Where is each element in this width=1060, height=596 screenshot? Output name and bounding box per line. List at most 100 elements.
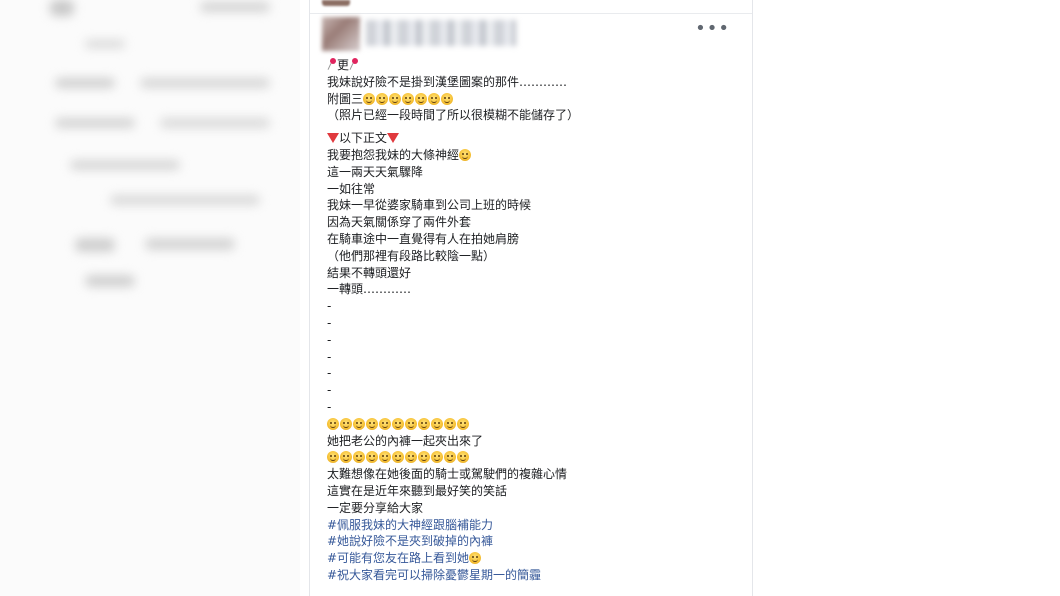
grinning-face-emoji-icon (469, 552, 482, 565)
line-text: - (327, 366, 332, 381)
grinning-face-emoji-icon (389, 92, 402, 105)
line-text: 因為天氣關係穿了兩件外套 (327, 215, 472, 230)
grinning-face-emoji-icon (405, 417, 417, 430)
post-line: 我妹說好險不是掛到漢堡圖案的那件………… (327, 74, 747, 91)
line-text: 我要抱怨我妹的大條神經 (327, 147, 460, 162)
post-line: 太難想像在她後面的騎士或駕駛們的複雜心情 (327, 466, 747, 483)
line-text: #佩服我妹的大神經跟腦補能力 (327, 517, 494, 532)
grinning-face-emoji-icon (366, 417, 378, 430)
line-text: #可能有您友在路上看到她 (327, 551, 470, 566)
post-line: （照片已經一段時間了所以很模糊不能儲存了） (327, 107, 747, 124)
post-line: 我妹一早從婆家騎車到公司上班的時候 (327, 197, 747, 214)
grinning-face-emoji-icon (392, 417, 404, 430)
grinning-face-emoji-icon (444, 417, 456, 430)
line-text: 太難想像在她後面的騎士或駕駛們的複雜心情 (327, 467, 568, 482)
line-text: 我妹說好險不是掛到漢堡圖案的那件………… (327, 74, 568, 89)
red-triangle-icon (327, 133, 339, 144)
grinning-face-emoji-icon (353, 451, 365, 464)
post-line: - (327, 399, 747, 416)
post-line: - (327, 315, 747, 332)
post-line: - (327, 332, 747, 349)
grinning-face-emoji-icon (379, 417, 391, 430)
pushpin-icon (327, 58, 337, 70)
grinning-face-emoji-icon (340, 451, 352, 464)
grinning-face-emoji-icon (418, 417, 430, 430)
hashtag-link[interactable]: #可能有您友在路上看到她 (327, 550, 747, 567)
post-line: 以下正文 (327, 130, 747, 147)
avatar[interactable] (322, 17, 360, 51)
post-line: - (327, 349, 747, 366)
line-text: #她說好險不是夾到破掉的內褲 (327, 534, 494, 549)
grinning-face-emoji-icon (459, 148, 472, 161)
line-text: - (327, 383, 332, 398)
grinning-face-emoji-icon (457, 451, 469, 464)
grinning-face-emoji-icon (415, 92, 428, 105)
line-text: 附圖三 (327, 91, 364, 106)
line-text: #祝大家看完可以掃除憂鬱星期一的簡霾 (327, 567, 542, 582)
line-text: （他們那裡有段路比較陰一點） (327, 248, 496, 263)
blurred-right-background (754, 0, 1060, 596)
line-text: 她把老公的內褲一起夾出來了 (327, 433, 484, 448)
hashtag-link[interactable]: #她說好險不是夾到破掉的內褲 (327, 533, 747, 550)
grinning-face-emoji-icon (405, 451, 417, 464)
post-line: 一轉頭………… (327, 281, 747, 298)
pushpin-icon (349, 58, 359, 70)
line-text: - (327, 315, 332, 330)
hashtag-link[interactable]: #祝大家看完可以掃除憂鬱星期一的簡霾 (327, 567, 747, 584)
post-line: - (327, 382, 747, 399)
line-text: 這一兩天天氣驟降 (327, 164, 424, 179)
grinning-face-emoji-icon (428, 92, 441, 105)
post-line: 附圖三 (327, 91, 747, 108)
post-line: 一如往常 (327, 181, 747, 198)
post-line: - (327, 298, 747, 315)
grinning-face-emoji-icon (402, 92, 415, 105)
post-line (327, 449, 747, 466)
divider (310, 13, 752, 14)
line-text: 一如往常 (327, 181, 376, 196)
post-line (327, 416, 747, 433)
facebook-post-card: ••• 更我妹說好險不是掛到漢堡圖案的那件………… 附圖三 （照片已經一段時間了所以… (309, 0, 753, 596)
line-text: 以下正文 (339, 131, 388, 146)
blurred-feed-background (0, 0, 300, 596)
hashtag-link[interactable]: #佩服我妹的大神經跟腦補能力 (327, 517, 747, 534)
post-line: 這實在是近年來聽到最好笑的笑話 (327, 483, 747, 500)
grinning-face-emoji-icon (431, 417, 443, 430)
post-line: 因為天氣關係穿了兩件外套 (327, 214, 747, 231)
grinning-face-emoji-icon (340, 417, 352, 430)
line-text: 這實在是近年來聽到最好笑的笑話 (327, 483, 508, 498)
grinning-face-emoji-icon (376, 92, 389, 105)
author-name-blurred[interactable] (366, 20, 516, 46)
line-text: 一轉頭………… (327, 282, 412, 297)
grinning-face-emoji-icon (392, 451, 404, 464)
post-line: - (327, 365, 747, 382)
line-text: - (327, 349, 332, 364)
post-line: 更 (327, 57, 747, 74)
grinning-face-emoji-icon (444, 451, 456, 464)
red-triangle-icon (387, 133, 400, 144)
post-line: 結果不轉頭還好 (327, 265, 747, 282)
grinning-face-emoji-icon (457, 417, 469, 430)
grinning-face-emoji-icon (353, 417, 365, 430)
line-text: 一定要分享給大家 (327, 500, 424, 515)
line-text: 更 (337, 58, 350, 72)
grinning-face-emoji-icon (441, 92, 454, 105)
post-line: （他們那裡有段路比較陰一點） (327, 248, 747, 265)
line-text: 我妹一早從婆家騎車到公司上班的時候 (327, 198, 532, 213)
post-line: 在騎車途中一直覺得有人在拍她肩膀 (327, 231, 747, 248)
grinning-face-emoji-icon (379, 451, 391, 464)
line-text: - (327, 399, 332, 414)
post-line: 她把老公的內褲一起夾出來了 (327, 433, 747, 450)
grinning-face-emoji-icon (366, 451, 378, 464)
line-text: （照片已經一段時間了所以很模糊不能儲存了） (327, 108, 580, 123)
line-text: - (327, 332, 332, 347)
top-avatar-fragment (322, 0, 350, 6)
grinning-face-emoji-icon (418, 451, 430, 464)
post-line: 我要抱怨我妹的大條神經 (327, 147, 747, 164)
line-text: 在騎車途中一直覺得有人在拍她肩膀 (327, 231, 520, 246)
grinning-face-emoji-icon (431, 451, 443, 464)
grinning-face-emoji-icon (363, 92, 376, 105)
post-line: 這一兩天天氣驟降 (327, 164, 747, 181)
more-options-icon[interactable]: ••• (695, 20, 730, 38)
line-text: - (327, 299, 332, 314)
grinning-face-emoji-icon (327, 451, 339, 464)
